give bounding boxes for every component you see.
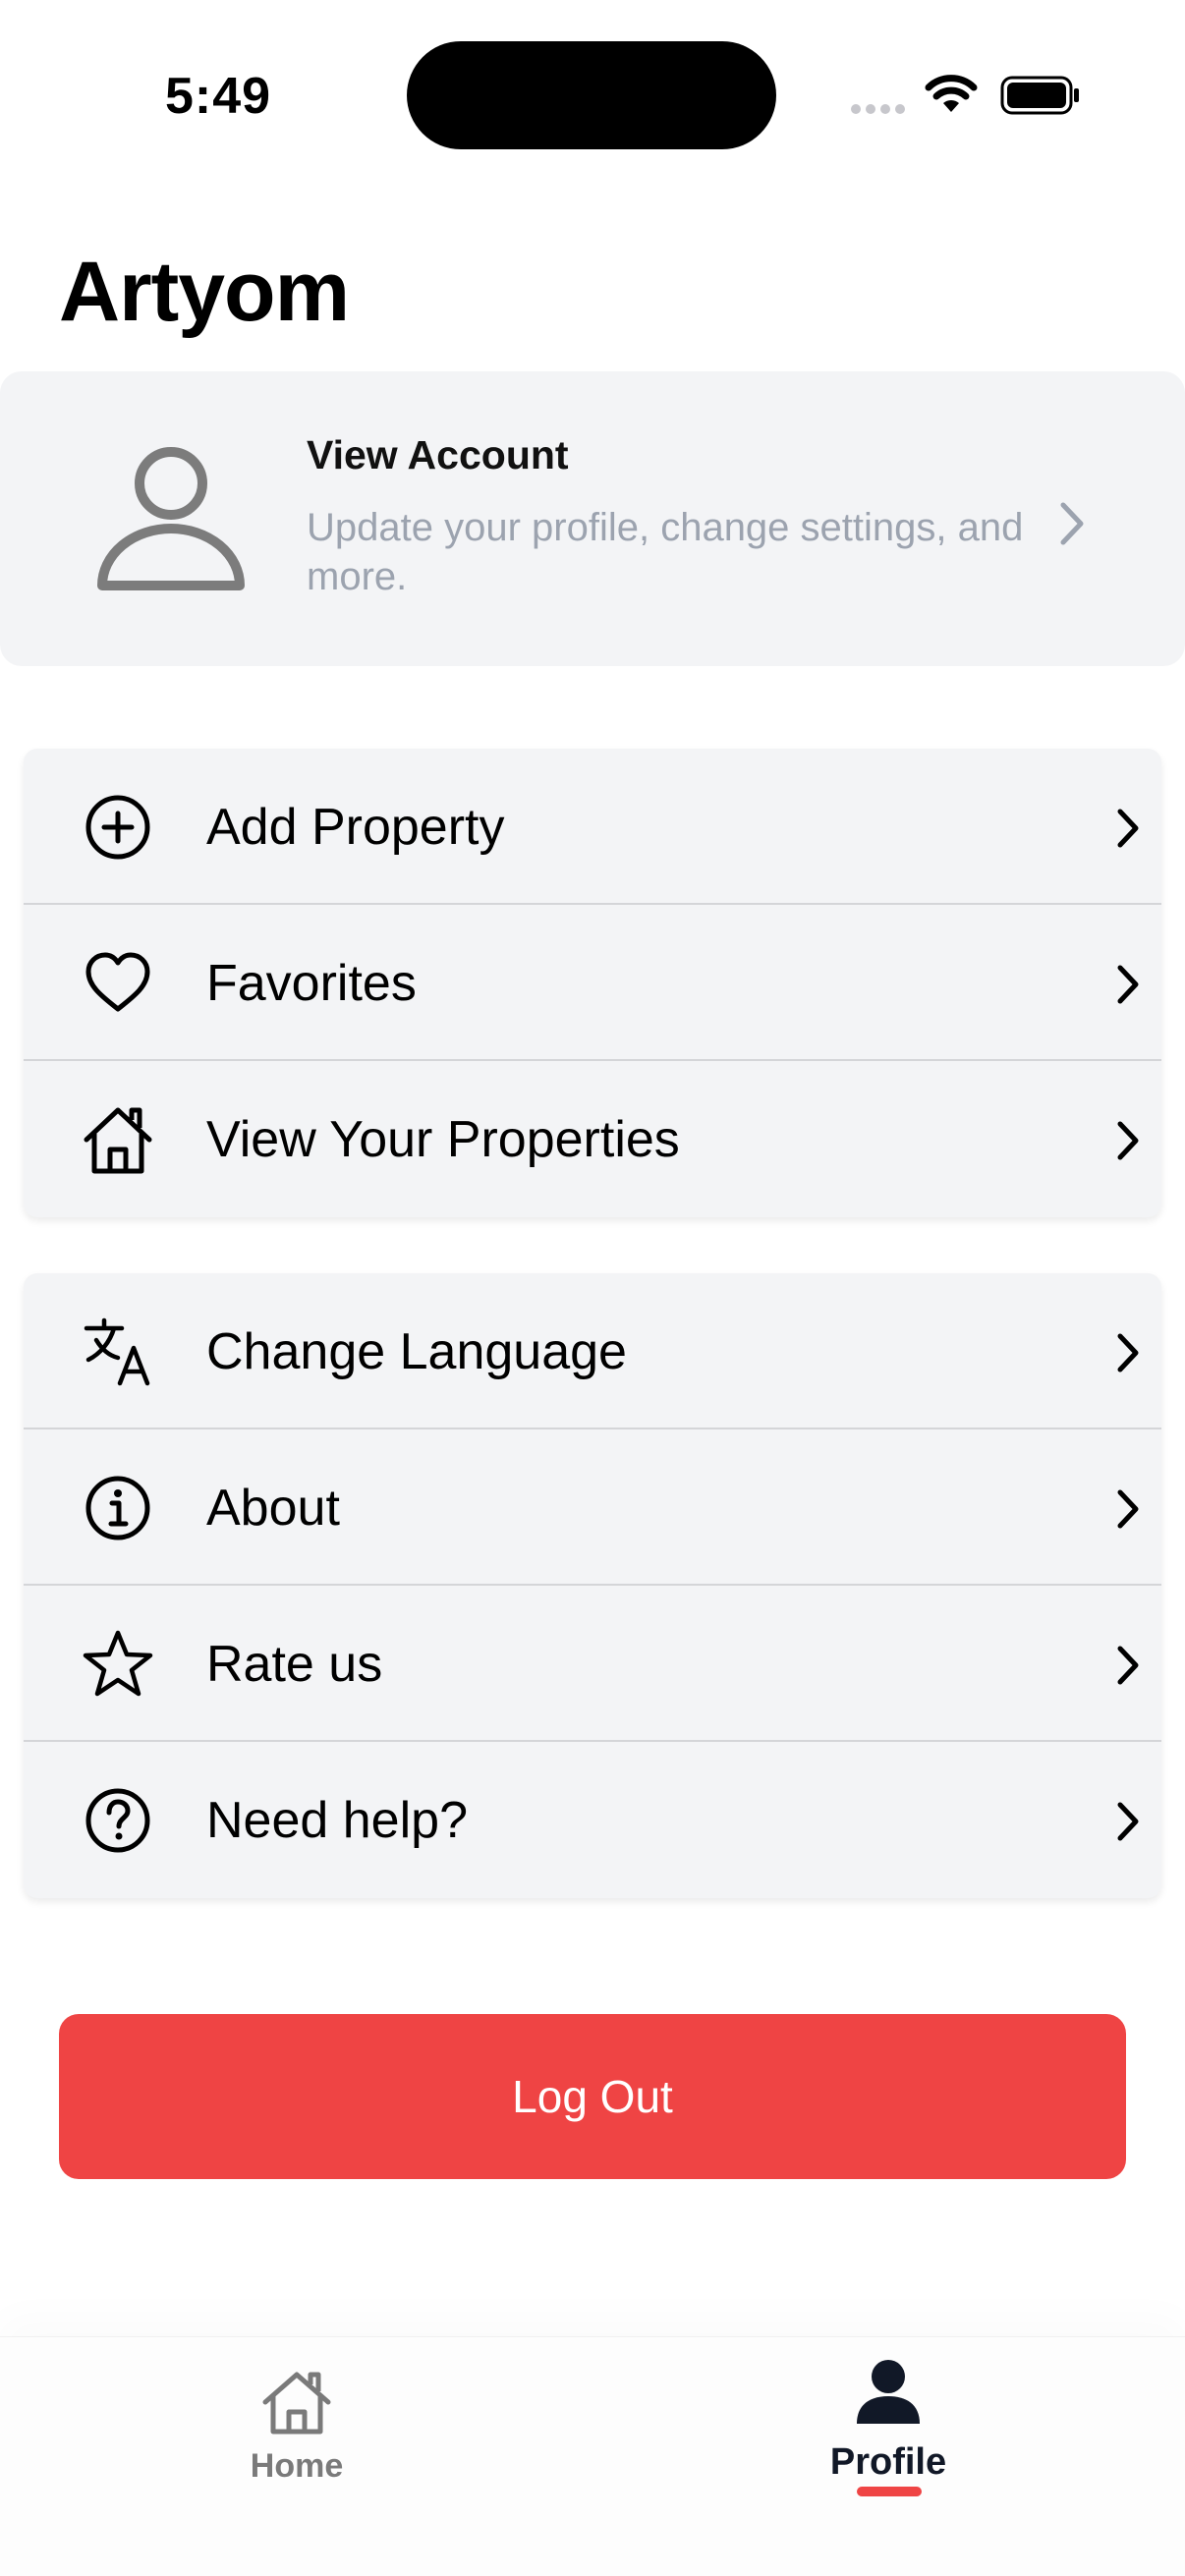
person-icon	[857, 2360, 920, 2424]
chevron-right-icon	[1117, 1121, 1139, 1160]
cellular-signal-icon	[851, 104, 905, 114]
profile-screen: 5:49 Artyom View Account Update your pro…	[0, 0, 1185, 2576]
house-icon	[84, 1107, 152, 1174]
battery-icon	[1000, 76, 1079, 115]
tab-bar: Home Profile	[0, 2336, 1185, 2576]
home-icon	[262, 2372, 331, 2435]
chevron-right-icon	[1117, 809, 1139, 848]
dynamic-island	[407, 41, 776, 149]
chevron-right-icon	[1117, 1489, 1139, 1529]
chevron-right-icon	[1117, 1333, 1139, 1372]
page-title: Artyom	[59, 245, 350, 339]
view-account-title: View Account	[307, 432, 569, 477]
menu-item-label: Favorites	[206, 955, 417, 1012]
status-bar: 5:49	[0, 0, 1185, 187]
menu-item-label: Change Language	[206, 1323, 627, 1380]
chevron-right-icon	[1117, 1646, 1139, 1685]
menu-item-about[interactable]: About	[24, 1429, 1161, 1586]
heart-icon	[85, 952, 150, 1012]
view-account-card[interactable]: View Account Update your profile, change…	[0, 371, 1185, 666]
chevron-right-icon	[1117, 1802, 1139, 1841]
tab-home[interactable]: Home	[149, 2337, 444, 2534]
view-account-subtitle: Update your profile, change settings, an…	[307, 506, 1024, 598]
question-icon	[85, 1788, 150, 1853]
plus-circle-icon	[85, 795, 150, 860]
menu-item-label: Need help?	[206, 1792, 468, 1849]
menu-item-label: View Your Properties	[206, 1111, 680, 1168]
status-time: 5:49	[165, 68, 272, 125]
menu-item-need-help[interactable]: Need help?	[24, 1742, 1161, 1898]
menu-item-add-property[interactable]: Add Property	[24, 749, 1161, 905]
tab-home-label: Home	[250, 2447, 344, 2485]
info-icon	[85, 1476, 150, 1540]
menu-group-primary: Add Property Favorites View Your Propert…	[24, 749, 1161, 1217]
chevron-right-icon	[1117, 965, 1139, 1004]
menu-group-secondary: Change Language About Rate us Need help?	[24, 1273, 1161, 1898]
menu-item-label: Rate us	[206, 1636, 383, 1693]
menu-item-favorites[interactable]: Favorites	[24, 905, 1161, 1061]
tab-profile-label: Profile	[829, 2441, 947, 2483]
translate-icon	[84, 1317, 150, 1386]
active-tab-indicator	[857, 2487, 922, 2496]
menu-item-label: About	[206, 1480, 340, 1537]
menu-item-change-language[interactable]: Change Language	[24, 1273, 1161, 1429]
menu-item-rate-us[interactable]: Rate us	[24, 1586, 1161, 1742]
log-out-button[interactable]: Log Out	[59, 2014, 1126, 2179]
chevron-right-icon	[1060, 502, 1084, 545]
avatar-person-icon	[97, 447, 245, 590]
star-icon	[83, 1630, 153, 1697]
wifi-icon	[925, 75, 978, 112]
menu-item-label: Add Property	[206, 799, 505, 856]
menu-item-view-your-properties[interactable]: View Your Properties	[24, 1061, 1161, 1217]
tab-profile[interactable]: Profile	[741, 2337, 1036, 2534]
